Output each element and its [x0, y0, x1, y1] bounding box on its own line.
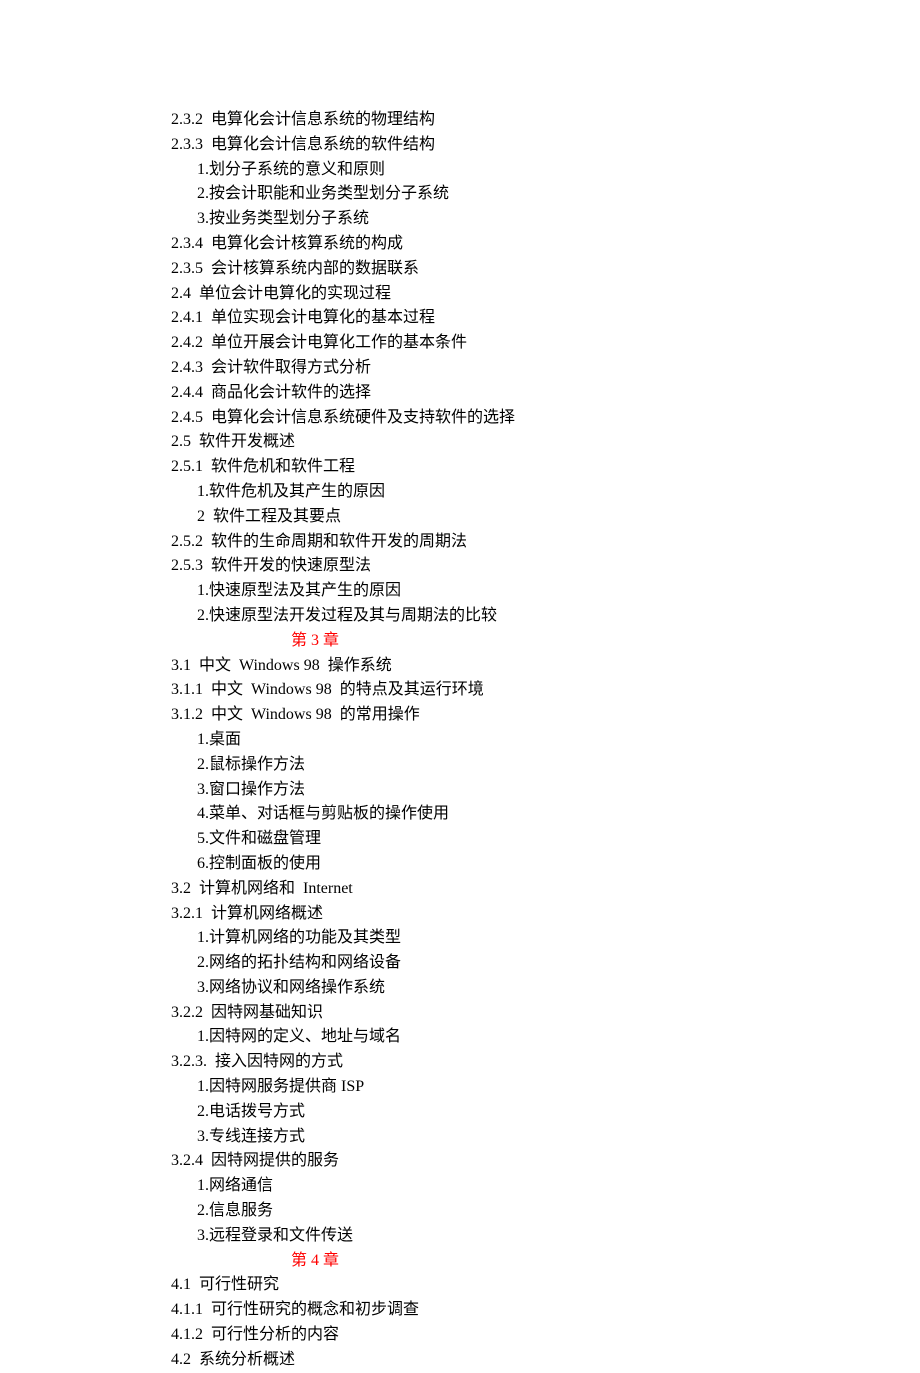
- toc-entry: 4.2 系统分析概述: [171, 1348, 800, 1373]
- toc-entry: 2.网络的拓扑结构和网络设备: [197, 951, 800, 976]
- toc-entry: 1.桌面: [197, 728, 800, 753]
- toc-entry: 2.鼠标操作方法: [197, 753, 800, 778]
- toc-entry: 2.4.2 单位开展会计电算化工作的基本条件: [171, 331, 800, 356]
- toc-entry: 2.4.4 商品化会计软件的选择: [171, 381, 800, 406]
- toc-entry: 2.5 软件开发概述: [171, 430, 800, 455]
- toc-entry: 2.3.3 电算化会计信息系统的软件结构: [171, 133, 800, 158]
- toc-entry: 3.窗口操作方法: [197, 778, 800, 803]
- toc-entry: 3.远程登录和文件传送: [197, 1224, 800, 1249]
- toc-entry: 1.软件危机及其产生的原因: [197, 480, 800, 505]
- document-page: 2.3.2 电算化会计信息系统的物理结构2.3.3 电算化会计信息系统的软件结构…: [0, 0, 920, 1373]
- toc-entry: 2 软件工程及其要点: [197, 505, 800, 530]
- toc-entry: 3.2.3. 接入因特网的方式: [171, 1050, 800, 1075]
- toc-entry: 3.2 计算机网络和 Internet: [171, 877, 800, 902]
- toc-entry: 3.1.1 中文 Windows 98 的特点及其运行环境: [171, 678, 800, 703]
- toc-entry: 4.1.2 可行性分析的内容: [171, 1323, 800, 1348]
- chapter-heading: 第 3 章: [145, 629, 485, 654]
- toc-entry: 1.划分子系统的意义和原则: [197, 158, 800, 183]
- toc-entry: 2.4.1 单位实现会计电算化的基本过程: [171, 306, 800, 331]
- toc-entry: 2.4.5 电算化会计信息系统硬件及支持软件的选择: [171, 406, 800, 431]
- toc-entry: 3.2.2 因特网基础知识: [171, 1001, 800, 1026]
- toc-entry: 2.信息服务: [197, 1199, 800, 1224]
- toc-entry: 2.5.3 软件开发的快速原型法: [171, 554, 800, 579]
- toc-entry: 1.网络通信: [197, 1174, 800, 1199]
- toc-entry: 2.4.3 会计软件取得方式分析: [171, 356, 800, 381]
- toc-entry: 3.网络协议和网络操作系统: [197, 976, 800, 1001]
- toc-entry: 6.控制面板的使用: [197, 852, 800, 877]
- toc-entry: 3.专线连接方式: [197, 1125, 800, 1150]
- toc-entry: 2.按会计职能和业务类型划分子系统: [197, 182, 800, 207]
- toc-entry: 3.1.2 中文 Windows 98 的常用操作: [171, 703, 800, 728]
- toc-entry: 2.5.1 软件危机和软件工程: [171, 455, 800, 480]
- toc-entry: 1.因特网服务提供商 ISP: [197, 1075, 800, 1100]
- toc-entry: 2.5.2 软件的生命周期和软件开发的周期法: [171, 530, 800, 555]
- toc-entry: 5.文件和磁盘管理: [197, 827, 800, 852]
- toc-entry: 1.计算机网络的功能及其类型: [197, 926, 800, 951]
- toc-entry: 1.因特网的定义、地址与域名: [197, 1025, 800, 1050]
- toc-entry: 3.1 中文 Windows 98 操作系统: [171, 654, 800, 679]
- toc-entry: 1.快速原型法及其产生的原因: [197, 579, 800, 604]
- toc-entry: 2.电话拨号方式: [197, 1100, 800, 1125]
- toc-entry: 3.2.4 因特网提供的服务: [171, 1149, 800, 1174]
- toc-entry: 2.3.2 电算化会计信息系统的物理结构: [171, 108, 800, 133]
- toc-entry: 4.菜单、对话框与剪贴板的操作使用: [197, 802, 800, 827]
- toc-entry: 3.按业务类型划分子系统: [197, 207, 800, 232]
- toc-entry: 2.3.5 会计核算系统内部的数据联系: [171, 257, 800, 282]
- toc-entry: 2.快速原型法开发过程及其与周期法的比较: [197, 604, 800, 629]
- toc-entry: 4.1 可行性研究: [171, 1273, 800, 1298]
- toc-entry: 2.3.4 电算化会计核算系统的构成: [171, 232, 800, 257]
- chapter-heading: 第 4 章: [145, 1249, 485, 1274]
- toc-entry: 2.4 单位会计电算化的实现过程: [171, 282, 800, 307]
- toc-entry: 3.2.1 计算机网络概述: [171, 902, 800, 927]
